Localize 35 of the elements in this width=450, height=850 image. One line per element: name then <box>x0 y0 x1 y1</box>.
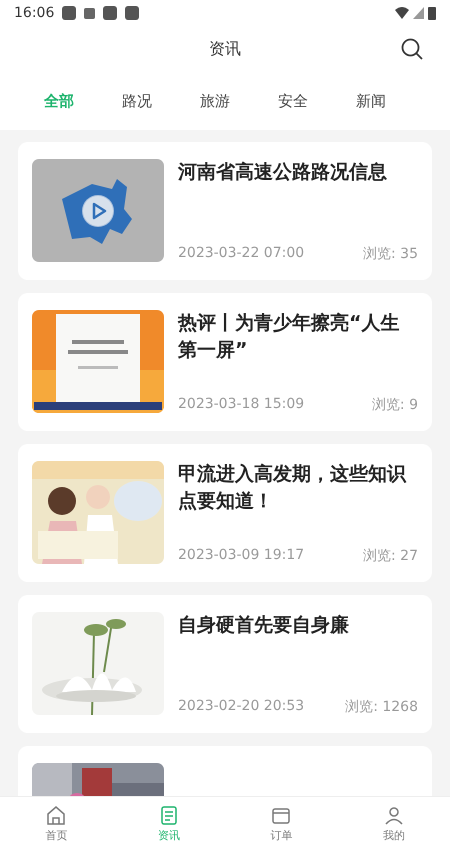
nav-tab[interactable]: 首页 <box>0 797 112 850</box>
notification-icon <box>84 8 96 18</box>
article-title: 河南省高速公路路况信息 <box>178 160 388 185</box>
article-card[interactable]: 河南省高速公路路况信息 2023-03-22 07:00 浏览: 35 <box>18 142 432 280</box>
article-date: 2023-03-22 07:00 <box>178 245 304 263</box>
article-title: 热评丨为青少年擦亮“人生第一屏” <box>178 311 400 363</box>
category-tab[interactable]: 路况 <box>98 88 176 114</box>
article-title: 自身硬首先要自身廉 <box>178 613 350 638</box>
view-count: 浏览: 9 <box>372 396 418 414</box>
category-tab[interactable]: 新闻 <box>332 88 410 114</box>
view-count: 浏览: 1268 <box>345 698 418 716</box>
article-date: 2023-02-20 20:53 <box>178 698 304 716</box>
page-title: 资讯 <box>209 38 241 60</box>
article-card[interactable]: 热评丨为青少年擦亮“人生第一屏” 2023-03-18 15:09 浏览: 9 <box>18 293 432 431</box>
category-tab[interactable]: 旅游 <box>176 88 254 114</box>
category-tab[interactable]: 安全 <box>254 88 332 114</box>
signal-icon <box>413 7 424 19</box>
battery-icon <box>428 6 436 20</box>
home-icon <box>45 804 68 826</box>
article-title: 甲流进入高发期，这些知识点要知道！ <box>178 462 408 514</box>
nav-tab[interactable]: 订单 <box>225 797 338 850</box>
article-date: 2023-03-09 19:17 <box>178 547 304 565</box>
search-icon[interactable] <box>400 37 424 61</box>
view-count: 浏览: 27 <box>363 547 418 565</box>
status-time: 16:06 <box>14 5 54 21</box>
view-count: 浏览: 35 <box>363 245 418 263</box>
wifi-icon <box>395 7 409 19</box>
notification-icon <box>62 6 76 20</box>
play-icon[interactable] <box>82 195 114 227</box>
article-card[interactable]: 甲流进入高发期，这些知识点要知道！ 2023-03-09 19:17 浏览: 27 <box>18 444 432 582</box>
article-date: 2023-03-18 15:09 <box>178 396 304 414</box>
notification-icon <box>125 6 140 20</box>
article-card[interactable]: 自身硬首先要自身廉 2023-02-20 20:53 浏览: 1268 <box>18 595 432 733</box>
nav-tab[interactable]: 我的 <box>338 797 450 850</box>
notification-icon <box>103 6 118 20</box>
